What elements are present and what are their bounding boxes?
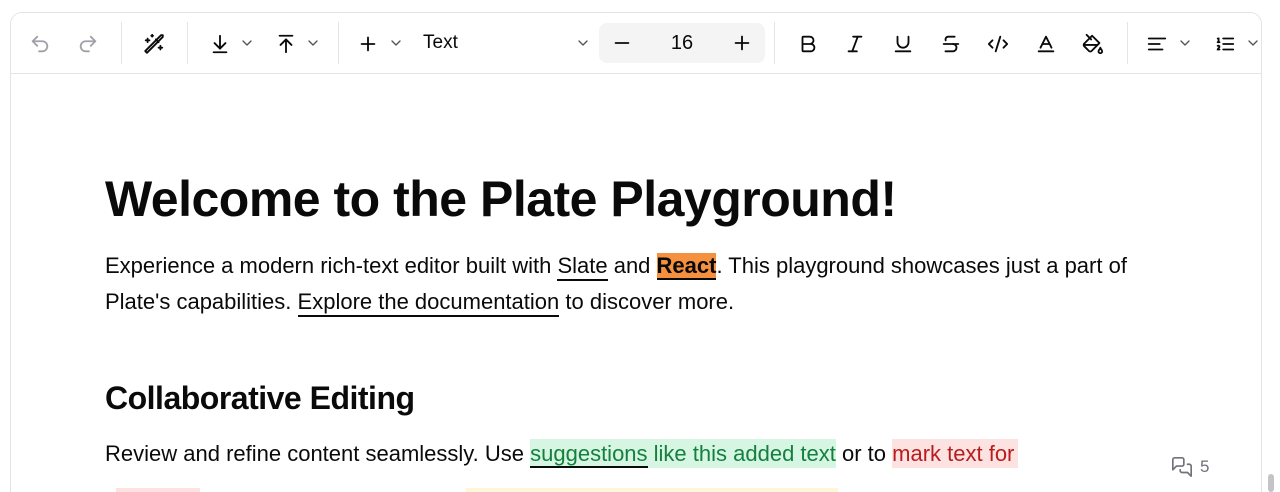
suggestion-added-text[interactable]: like this added text [648,441,836,466]
strikethrough-button[interactable] [936,29,966,59]
react-link-highlighted[interactable]: React [656,253,717,280]
font-size-increase-button[interactable] [719,23,765,63]
turn-into-dropdown[interactable]: Text [411,23,597,63]
arrow-up-to-line-icon [278,34,294,54]
undo-button[interactable] [25,29,55,59]
chevron-down-icon [242,40,252,46]
comment-count: 5 [1200,457,1210,476]
arrow-down-to-line-icon [212,34,228,54]
intro-paragraph: Experience a modern rich-text editor bui… [105,248,1155,320]
redo-icon [79,35,97,53]
export-button[interactable] [271,29,301,59]
italic-button[interactable] [840,29,870,59]
import-dropdown-chevron[interactable] [237,33,257,53]
toolbar-separator [338,22,339,64]
toolbar-separator [121,22,122,64]
chevron-down-icon [1180,40,1190,46]
toolbar-separator [187,22,188,64]
magic-wand-icon [144,33,164,54]
code-icon [987,35,1009,53]
text-run: and [607,253,657,278]
import-button[interactable] [205,29,235,59]
heading-2: Collaborative Editing [105,380,415,416]
font-color-icon [1037,35,1055,53]
suggestion-deletion[interactable]: mark text for [892,439,1019,468]
undo-icon [31,35,49,53]
bold-icon [801,35,816,53]
chevron-down-icon [578,40,588,46]
toolbar-separator [774,22,775,64]
underline-button[interactable] [888,29,918,59]
ordered-list-icon [1216,37,1235,51]
italic-icon [847,35,863,53]
plus-icon [734,35,750,51]
minus-icon [614,42,630,44]
chevron-down-icon [1248,40,1258,46]
code-button[interactable] [983,29,1013,59]
list-button[interactable] [1210,29,1240,59]
underline-icon [894,35,912,53]
align-button[interactable] [1142,29,1172,59]
insert-button[interactable] [353,29,383,59]
suggestions-link[interactable]: suggestions [530,441,648,468]
insert-dropdown-chevron[interactable] [386,33,406,53]
text-run: Review and refine content seamlessly. Us… [105,441,531,466]
align-dropdown-chevron[interactable] [1175,33,1195,53]
scrollbar-thumb[interactable] [1268,474,1274,492]
text-run: Experience a modern rich-text editor bui… [105,253,558,278]
comments-counter-button[interactable]: 5 [1170,456,1209,478]
align-left-icon [1147,37,1167,51]
font-color-button[interactable] [1031,29,1061,59]
font-size-input[interactable]: 16 [645,32,719,55]
suggestion-deletion-continued[interactable] [116,488,200,492]
documentation-link[interactable]: Explore the documentation [297,289,560,317]
bold-button[interactable] [793,29,823,59]
highlight-color-button[interactable] [1078,29,1108,59]
list-dropdown-chevron[interactable] [1243,33,1261,53]
suggestion-insertion[interactable]: suggestions like this added text [530,439,836,468]
export-dropdown-chevron[interactable] [303,33,323,53]
plus-icon [360,36,376,52]
strikethrough-icon [942,35,960,53]
fixed-toolbar: Text 16 [11,13,1261,74]
redo-button[interactable] [73,29,103,59]
chevron-down-icon [391,40,401,46]
chevron-down-icon [308,40,318,46]
font-size-stepper: 16 [599,23,765,63]
turn-into-label: Text [423,32,458,53]
text-run: to discover more. [559,289,735,314]
font-size-decrease-button[interactable] [599,23,645,63]
text-run: or to [835,441,893,466]
comment-highlight[interactable] [466,488,838,492]
heading-1: Welcome to the Plate Playground! [105,171,897,227]
collab-paragraph: Review and refine content seamlessly. Us… [105,436,1155,472]
comments-icon [1172,457,1192,477]
slate-link[interactable]: Slate [557,253,608,281]
ai-button[interactable] [139,29,169,59]
highlight-paint-bucket-icon [1082,33,1104,55]
toolbar-separator [1127,22,1128,64]
